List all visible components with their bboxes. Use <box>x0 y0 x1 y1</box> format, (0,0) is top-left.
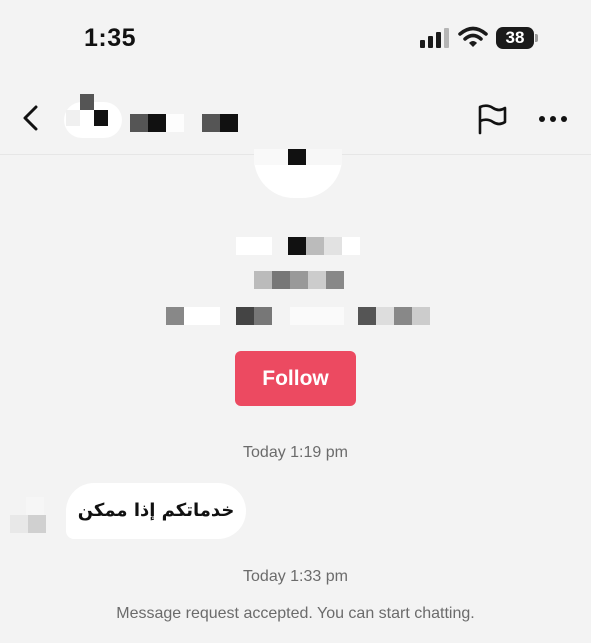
system-notice: Message request accepted. You can start … <box>116 605 475 622</box>
profile-avatar[interactable] <box>236 146 364 202</box>
message-timestamp: Today 1:33 pm <box>243 568 348 585</box>
flag-icon[interactable] <box>474 102 508 136</box>
contact-avatar[interactable] <box>64 92 122 144</box>
battery-level: 38 <box>505 28 525 47</box>
signal-icon <box>420 28 449 48</box>
chat-header <box>0 88 591 155</box>
more-icon[interactable] <box>536 102 570 136</box>
message-bubble[interactable]: خدماتكم إذا ممكن <box>66 483 246 539</box>
profile-name <box>236 237 360 255</box>
sender-avatar[interactable] <box>10 497 58 537</box>
profile-stats <box>150 307 430 325</box>
message-timestamp: Today 1:19 pm <box>243 444 348 461</box>
status-time: 1:35 <box>84 24 137 52</box>
battery-icon: 38 <box>496 27 540 49</box>
follow-button[interactable]: Follow <box>235 351 356 406</box>
wifi-icon <box>458 26 488 47</box>
profile-username <box>254 271 344 289</box>
contact-name[interactable] <box>128 112 240 132</box>
back-icon[interactable] <box>18 103 44 133</box>
